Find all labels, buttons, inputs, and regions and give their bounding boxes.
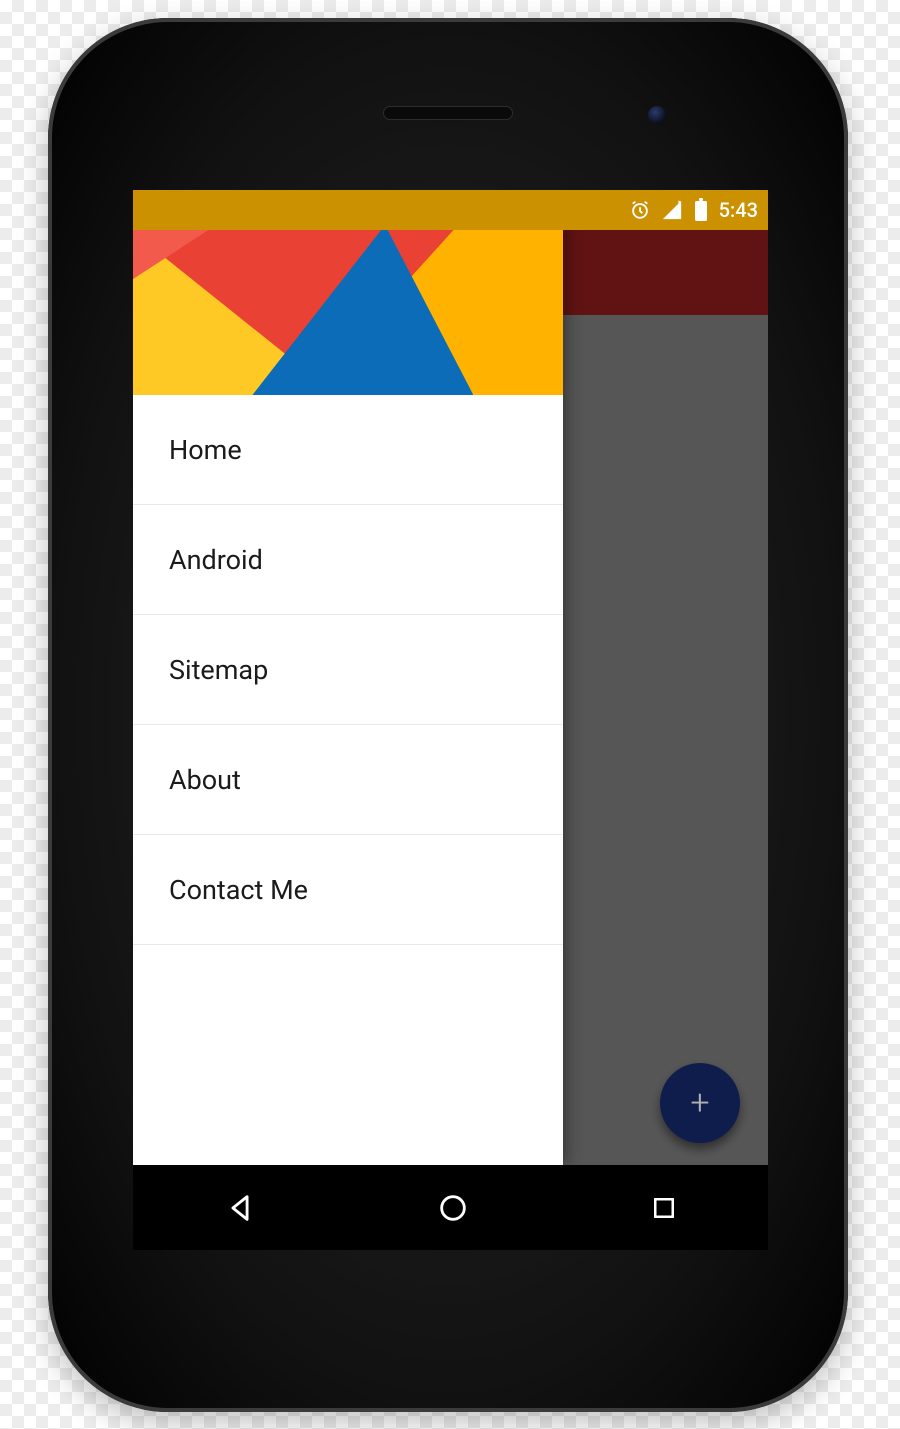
back-icon[interactable]: [223, 1191, 257, 1225]
nav-drawer: Home Android Sitemap About Contact Me: [133, 190, 563, 1165]
fab-add[interactable]: +: [660, 1063, 740, 1143]
device-camera: [648, 106, 666, 124]
drawer-item-label: Android: [169, 544, 263, 576]
system-nav-bar: [133, 1165, 768, 1250]
drawer-item-android[interactable]: Android: [133, 505, 563, 615]
signal-icon: [661, 199, 683, 221]
drawer-item-sitemap[interactable]: Sitemap: [133, 615, 563, 725]
battery-icon: [693, 198, 709, 222]
device-screen: 5:43 + Home Android Sitemap About Contac…: [133, 190, 768, 1250]
recents-icon[interactable]: [649, 1193, 679, 1223]
drawer-item-label: Sitemap: [169, 654, 268, 686]
drawer-item-label: About: [169, 764, 241, 796]
drawer-item-label: Home: [169, 434, 242, 466]
status-clock: 5:43: [719, 198, 758, 222]
drawer-item-label: Contact Me: [169, 874, 308, 906]
alarm-icon: [629, 199, 651, 221]
drawer-item-contact[interactable]: Contact Me: [133, 835, 563, 945]
drawer-item-about[interactable]: About: [133, 725, 563, 835]
plus-icon: +: [690, 1086, 709, 1120]
status-bar: 5:43: [133, 190, 768, 230]
drawer-item-home[interactable]: Home: [133, 395, 563, 505]
home-icon[interactable]: [436, 1191, 470, 1225]
drawer-list: Home Android Sitemap About Contact Me: [133, 395, 563, 1165]
device-speaker: [383, 106, 513, 120]
